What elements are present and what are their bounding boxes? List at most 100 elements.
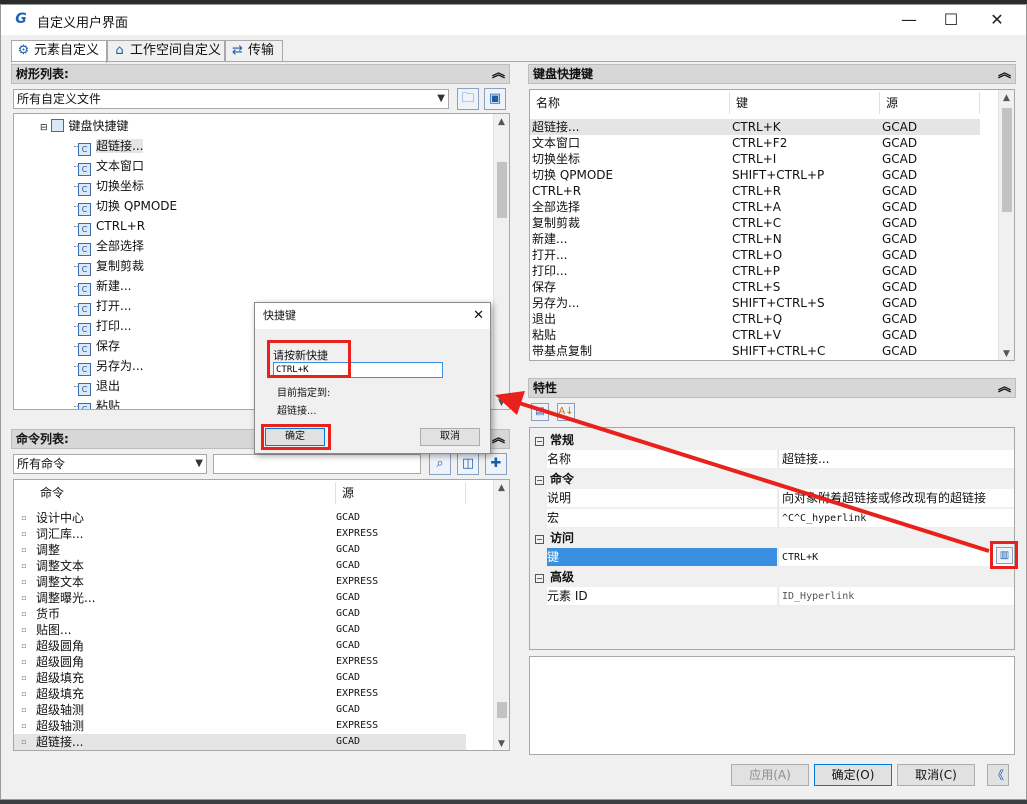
- shortcut-row[interactable]: 粘贴 CTRL+V GCAD: [530, 327, 980, 343]
- command-row[interactable]: ▫ 超级轴测 GCAD: [14, 702, 466, 718]
- command-row[interactable]: ▫ 超级填充 EXPRESS: [14, 686, 466, 702]
- new-command-button[interactable]: ✚: [485, 453, 507, 475]
- shortcut-row[interactable]: 带基点复制 SHIFT+CTRL+C GCAD: [530, 343, 980, 359]
- shortcut-row[interactable]: 复制剪裁 CTRL+C GCAD: [530, 215, 980, 231]
- property-value[interactable]: 超链接...: [778, 450, 1014, 469]
- minimize-button[interactable]: —: [886, 5, 932, 35]
- close-button[interactable]: ✕: [974, 5, 1020, 35]
- tab-element-customize[interactable]: ⚙ 元素自定义: [11, 40, 107, 63]
- find-in-tree-button[interactable]: ◫: [457, 453, 479, 475]
- command-row[interactable]: ▫ 设计中心 GCAD: [14, 510, 466, 526]
- tree-item[interactable]: C 复制剪裁: [78, 256, 144, 276]
- section-command[interactable]: − 命令: [530, 470, 574, 489]
- command-row[interactable]: ▫ 调整文本 GCAD: [14, 558, 466, 574]
- shortcut-panel-header[interactable]: 键盘快捷键 ︽: [528, 64, 1016, 84]
- scroll-down-icon[interactable]: ▼: [999, 346, 1014, 360]
- cancel-button[interactable]: 取消(C): [897, 764, 975, 786]
- tree-root-shortcuts[interactable]: ⊟ 键盘快捷键: [40, 116, 129, 136]
- command-row[interactable]: ▫ 调整 GCAD: [14, 542, 466, 558]
- command-row[interactable]: ▫ 超链接... GCAD: [14, 734, 466, 750]
- collapse-chevron-icon[interactable]: ︽: [998, 379, 1011, 397]
- collapse-panel-button[interactable]: 《: [987, 764, 1009, 786]
- shortcut-row[interactable]: CTRL+R CTRL+R GCAD: [530, 183, 980, 199]
- tree-item[interactable]: C 新建...: [78, 276, 131, 296]
- tree-item[interactable]: C 另存为...: [78, 356, 143, 376]
- tree-item[interactable]: C 保存: [78, 336, 120, 356]
- shortcut-scrollbar[interactable]: ▲ ▼: [998, 90, 1014, 360]
- dialog-close-icon[interactable]: ✕: [473, 303, 484, 329]
- scroll-down-icon[interactable]: ▼: [494, 736, 509, 750]
- column-header-source[interactable]: 源: [336, 482, 466, 504]
- tree-item[interactable]: C 退出: [78, 376, 120, 396]
- tree-item[interactable]: C 切换 QPMODE: [78, 196, 177, 216]
- tree-item[interactable]: C 超链接...: [78, 136, 144, 156]
- property-value[interactable]: ^C^C_hyperlink: [778, 509, 1014, 528]
- section-advanced[interactable]: − 高级: [530, 568, 574, 587]
- property-grid[interactable]: − 常规 名称 超链接... − 命令 说明 向对象附着超链接或修改现有的超链接 宏…: [529, 427, 1015, 650]
- column-header-source[interactable]: 源: [880, 92, 980, 114]
- command-row[interactable]: ▫ 词汇库... EXPRESS: [14, 526, 466, 542]
- dialog-cancel-button[interactable]: 取消: [420, 428, 480, 446]
- command-row[interactable]: ▫ 货币 GCAD: [14, 606, 466, 622]
- scroll-thumb[interactable]: [1002, 108, 1012, 212]
- customization-file-select[interactable]: 所有自定义文件 ▼: [13, 89, 449, 109]
- command-row[interactable]: ▫ 超级轴测 EXPRESS: [14, 718, 466, 734]
- command-row[interactable]: ▫ 调整文本 EXPRESS: [14, 574, 466, 590]
- scroll-thumb[interactable]: [497, 702, 507, 718]
- tree-item[interactable]: C CTRL+R: [78, 216, 145, 236]
- shortcut-row[interactable]: 退出 CTRL+Q GCAD: [530, 311, 980, 327]
- command-row[interactable]: ▫ 超级填充 GCAD: [14, 670, 466, 686]
- column-header-command[interactable]: 命令: [14, 482, 336, 504]
- tab-workspace-customize[interactable]: ⌂ 工作空间自定义: [107, 40, 225, 62]
- property-value[interactable]: CTRL+K: [778, 548, 1014, 567]
- property-value[interactable]: 向对象附着超链接或修改现有的超链接: [778, 489, 1014, 508]
- tree-item[interactable]: C 打开...: [78, 296, 131, 316]
- column-header-name[interactable]: 名称: [530, 92, 730, 114]
- maximize-button[interactable]: ☐: [928, 5, 974, 35]
- collapse-chevron-icon[interactable]: ︽: [998, 65, 1011, 83]
- shortcut-list[interactable]: 名称 键 源 超链接... CTRL+K GCAD 文本窗口 CTRL+F2 GCAD 切换…: [529, 89, 1015, 361]
- column-header-key[interactable]: 键: [730, 92, 880, 114]
- command-row[interactable]: ▫ 超级圆角 GCAD: [14, 638, 466, 654]
- command-row[interactable]: ▫ 超级圆角 EXPRESS: [14, 654, 466, 670]
- ok-button[interactable]: 确定(O): [814, 764, 892, 786]
- tree-item[interactable]: C 全部选择: [78, 236, 144, 256]
- tree-item[interactable]: C 切换坐标: [78, 176, 144, 196]
- save-file-button[interactable]: ▣: [484, 88, 506, 110]
- shortcut-row[interactable]: 全部选择 CTRL+A GCAD: [530, 199, 980, 215]
- scroll-up-icon[interactable]: ▲: [494, 480, 509, 496]
- tree-item[interactable]: C 粘贴: [78, 396, 120, 409]
- sort-az-button[interactable]: A↓: [557, 403, 575, 421]
- shortcut-row[interactable]: 超链接... CTRL+K GCAD: [530, 119, 980, 135]
- section-general[interactable]: − 常规: [530, 431, 574, 450]
- collapse-chevron-icon[interactable]: ︽: [492, 65, 505, 83]
- section-access[interactable]: − 访问: [530, 529, 574, 548]
- open-file-button[interactable]: 🗀: [457, 88, 479, 110]
- tree-item[interactable]: C 打印...: [78, 316, 131, 336]
- command-row[interactable]: ▫ 调整曝光... GCAD: [14, 590, 466, 606]
- tree-panel-header[interactable]: 树形列表: ︽: [11, 64, 510, 84]
- apply-button[interactable]: 应用(A): [731, 764, 809, 786]
- shortcut-row[interactable]: 打印... CTRL+P GCAD: [530, 263, 980, 279]
- shortcut-row[interactable]: 保存 CTRL+S GCAD: [530, 279, 980, 295]
- shortcut-row[interactable]: 新建... CTRL+N GCAD: [530, 231, 980, 247]
- shortcut-row[interactable]: 文本窗口 CTRL+F2 GCAD: [530, 135, 980, 151]
- properties-panel-header[interactable]: 特性 ︽: [528, 378, 1016, 398]
- shortcut-row[interactable]: 另存为... SHIFT+CTRL+S GCAD: [530, 295, 980, 311]
- search-button[interactable]: ⌕: [429, 453, 451, 475]
- scroll-up-icon[interactable]: ▲: [999, 90, 1014, 106]
- command-search-input[interactable]: [213, 454, 421, 474]
- command-filter-select[interactable]: 所有命令 ▼: [13, 454, 207, 474]
- command-row[interactable]: ▫ 贴图... GCAD: [14, 622, 466, 638]
- tab-transfer[interactable]: ⇄ 传输: [225, 40, 283, 62]
- command-scrollbar[interactable]: ▲ ▼: [493, 480, 509, 750]
- scroll-thumb[interactable]: [497, 162, 507, 218]
- scroll-up-icon[interactable]: ▲: [494, 114, 509, 130]
- scroll-down-icon[interactable]: ▼: [494, 395, 509, 409]
- shortcut-row[interactable]: 切换坐标 CTRL+I GCAD: [530, 151, 980, 167]
- tree-item[interactable]: C 文本窗口: [78, 156, 144, 176]
- shortcut-row[interactable]: 打开... CTRL+O GCAD: [530, 247, 980, 263]
- collapse-chevron-icon[interactable]: ︽: [492, 430, 505, 448]
- tree-scrollbar[interactable]: ▲ ▼: [493, 114, 509, 409]
- command-list[interactable]: 命令 源 ▫ 设计中心 GCAD ▫ 词汇库... EXPRESS ▫ 调整 GCAD ▫ 调整文本…: [13, 479, 510, 751]
